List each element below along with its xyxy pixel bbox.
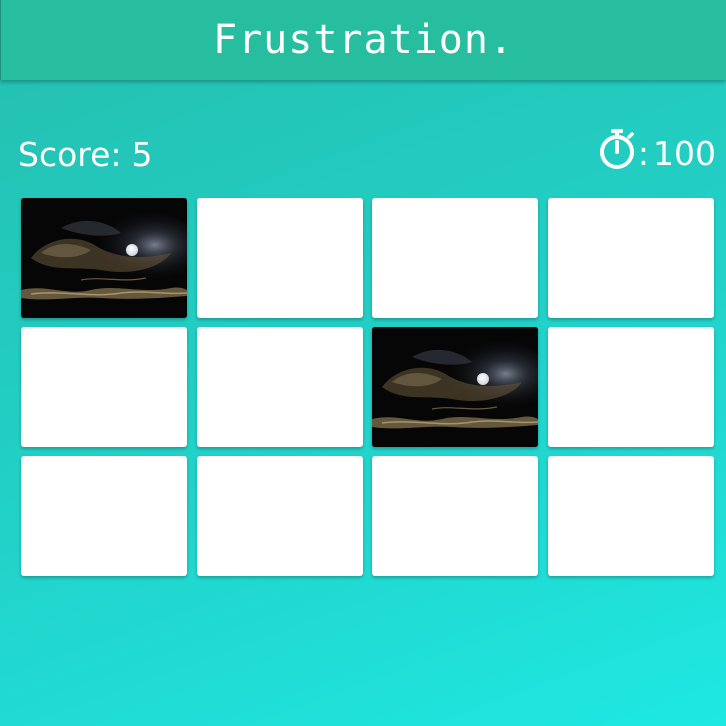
timer-separator: : <box>637 134 649 173</box>
app-header: Frustration. <box>0 0 726 80</box>
card-face-down[interactable] <box>196 327 363 447</box>
page-title: Frustration. <box>213 17 514 63</box>
card-revealed[interactable] <box>21 198 187 318</box>
card-face-down[interactable] <box>547 327 714 447</box>
card-face-down[interactable] <box>196 198 363 318</box>
card-face-down[interactable] <box>372 456 538 576</box>
card-face-down[interactable] <box>196 456 363 576</box>
timer-display: : 100 <box>598 127 716 171</box>
card-face-down[interactable] <box>547 456 714 576</box>
card-board <box>21 198 714 576</box>
card-face-down[interactable] <box>21 456 187 576</box>
card-face-down[interactable] <box>372 198 538 318</box>
moon-clouds-image <box>372 327 538 447</box>
card-revealed[interactable] <box>372 327 538 447</box>
card-face-down[interactable] <box>21 327 187 447</box>
timer-value: 100 <box>653 134 716 173</box>
moon-clouds-image <box>21 198 187 318</box>
card-face-down[interactable] <box>547 198 714 318</box>
score-label: Score: <box>18 135 122 174</box>
score-value: 5 <box>131 135 153 174</box>
score-display: Score: 5 <box>18 135 153 174</box>
stopwatch-icon <box>599 129 634 169</box>
